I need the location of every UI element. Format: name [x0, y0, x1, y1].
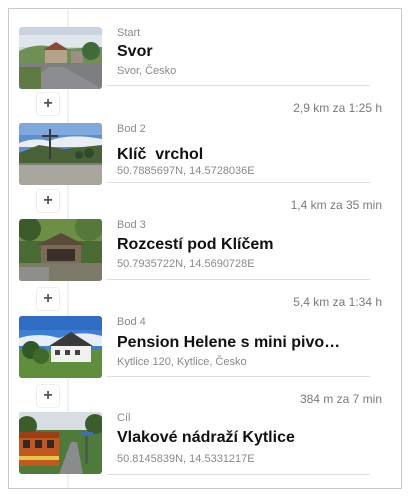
point-address: Kytlice 120, Kytlice, Česko: [117, 356, 247, 368]
route-point-end[interactable]: Cíl Vlakové nádraží Kytlice 50.8145839N,…: [19, 412, 379, 474]
village-road-photo: [19, 27, 102, 89]
add-waypoint-button[interactable]: +: [37, 93, 59, 115]
route-point-4[interactable]: Bod 4 Pension Helene s mini pivo… Kytlic…: [19, 316, 379, 378]
point-address: 50.7935722N, 14.5690728E: [117, 258, 255, 270]
summit-cross-photo: [19, 123, 102, 185]
segment-distance: 5,4 km za 1:34 h: [293, 295, 382, 309]
point-kind: Bod 4: [117, 316, 146, 328]
add-waypoint-button[interactable]: +: [37, 288, 59, 310]
divider: [107, 182, 370, 183]
route-planner-panel: Start Svor Svor, Česko + 2,9 km za 1:25 …: [8, 8, 402, 489]
point-name: Klíč vrchol: [117, 146, 204, 163]
point-name: Vlakové nádraží Kytlice: [117, 429, 295, 446]
point-kind: Cíl: [117, 412, 131, 424]
route-point-2[interactable]: Bod 2 Klíč vrchol 50.7885697N, 14.572803…: [19, 123, 379, 185]
guesthouse-photo: [19, 316, 102, 378]
divider: [107, 376, 370, 377]
point-address: Svor, Česko: [117, 65, 177, 77]
point-kind: Bod 3: [117, 219, 146, 231]
segment-distance: 384 m za 7 min: [299, 392, 382, 406]
train-station-photo: [19, 412, 102, 474]
route-point-3[interactable]: Bod 3 Rozcestí pod Klíčem 50.7935722N, 1…: [19, 219, 379, 281]
divider: [107, 279, 370, 280]
point-kind: Start: [117, 27, 141, 39]
point-address: 50.7885697N, 14.5728036E: [117, 165, 255, 177]
segment-distance: 2,9 km za 1:25 h: [293, 101, 382, 115]
segment-distance: 1,4 km za 35 min: [290, 198, 382, 212]
add-waypoint-button[interactable]: +: [37, 190, 59, 212]
point-kind: Bod 2: [117, 123, 146, 135]
point-address: 50.8145839N, 14.5331217E: [117, 453, 255, 465]
divider: [107, 474, 370, 475]
divider: [107, 85, 370, 86]
add-waypoint-button[interactable]: +: [37, 385, 59, 407]
route-point-start[interactable]: Start Svor Svor, Česko: [19, 27, 379, 89]
point-name: Svor: [117, 43, 153, 60]
forest-shelter-photo: [19, 219, 102, 281]
point-name: Pension Helene s mini pivo…: [117, 334, 341, 351]
point-name: Rozcestí pod Klíčem: [117, 236, 274, 253]
